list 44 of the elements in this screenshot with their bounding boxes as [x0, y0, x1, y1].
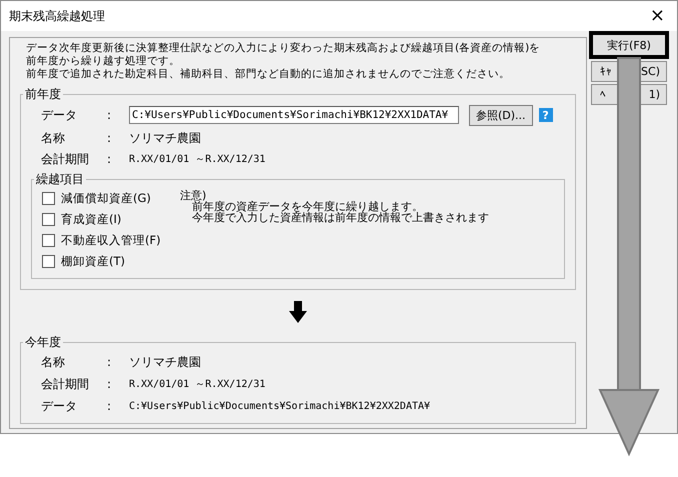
separator-text: :: [107, 108, 112, 122]
field-value: R.XX/01/01 ～R.XX/12/31: [129, 153, 266, 166]
checkbox[interactable]: [42, 213, 55, 226]
field-label: 会計期間: [40, 376, 90, 392]
close-button[interactable]: ×: [650, 7, 665, 25]
field-label: 名称: [40, 130, 66, 146]
field-label: データ: [40, 106, 78, 124]
description-text: 前年度から繰り越す処理です。: [26, 55, 181, 68]
separator-text: :: [107, 152, 112, 166]
path-input-field[interactable]: C:¥Users¥Public¥Documents¥Sorimachi¥BK12¥2XX1DATA¥: [129, 106, 459, 124]
group-label: 繰越項目: [35, 171, 85, 188]
group-label: 前年度: [24, 86, 62, 103]
separator-text: :: [107, 355, 112, 369]
down-arrow-icon: [289, 301, 307, 323]
description-text: 前年度で追加された勘定科目、補助科目、部門など自動的に追加されませんのでご注意ください。: [26, 68, 511, 81]
field-label: データ: [40, 398, 78, 414]
checkbox-option[interactable]: 減価償却資産(G): [42, 188, 180, 209]
group-label: 今年度: [24, 334, 62, 351]
button-label-part: ｷｬ: [600, 65, 612, 78]
checkbox[interactable]: [42, 192, 55, 205]
field-label: 名称: [40, 354, 66, 370]
field-value: ソリマチ農園: [129, 130, 201, 146]
checkbox-option[interactable]: 棚卸資産(T): [42, 251, 180, 272]
checkbox-option[interactable]: 育成資産(I): [42, 209, 180, 230]
description-text: データ次年度更新後に決算整理仕訳などの入力により変わった期末残高および繰越項目(各資産の情報)を: [26, 42, 542, 55]
separator-text: :: [107, 399, 112, 413]
checkbox[interactable]: [42, 255, 55, 268]
note-text: 前年度の資産データを今年度に繰り越します。: [192, 201, 423, 212]
field-value: ソリマチ農園: [129, 354, 201, 370]
button-label-part: ﾍ: [600, 88, 606, 101]
button-label-part: 1): [648, 88, 660, 101]
checkbox-option[interactable]: 不動産収入管理(F): [42, 230, 180, 251]
execute-button[interactable]: 実行(F8): [589, 31, 669, 59]
checkbox[interactable]: [42, 234, 55, 247]
note-text: 今年度で入力した資産情報は前年度の情報で上書きされます: [191, 212, 489, 223]
separator-text: :: [107, 131, 112, 145]
browse-button[interactable]: 参照(D)...: [469, 104, 533, 126]
separator-text: :: [107, 377, 112, 391]
field-value: R.XX/01/01 ～R.XX/12/31: [129, 378, 266, 391]
window-title: 期末残高繰越処理: [9, 8, 105, 24]
button-label-part: SC): [641, 65, 660, 78]
note-title: 注意): [180, 190, 206, 201]
field-value: C:¥Users¥Public¥Documents¥Sorimachi¥BK12¥2XX2DATA¥: [129, 400, 430, 412]
field-label: 会計期間: [40, 150, 90, 168]
